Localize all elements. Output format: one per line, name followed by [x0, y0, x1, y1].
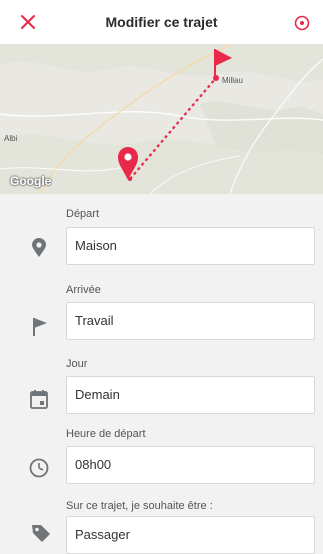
page-title: Modifier ce trajet	[105, 14, 218, 30]
day-field[interactable]: Demain	[66, 376, 315, 414]
departure-label: Départ	[66, 208, 100, 220]
flag-icon	[33, 318, 47, 336]
map-label-millau: Millau	[222, 76, 243, 85]
map-canvas	[0, 44, 323, 194]
route-map[interactable]: Millau Albi Google	[0, 44, 323, 194]
role-field[interactable]: Passager	[66, 516, 315, 554]
circle-dot-icon[interactable]	[293, 14, 311, 32]
arrival-label: Arrivée	[66, 284, 101, 296]
trip-form: Départ Maison Arrivée Travail Jour Demai…	[0, 194, 323, 554]
tag-icon	[32, 525, 50, 542]
app-header: Modifier ce trajet	[0, 0, 323, 44]
arrival-field[interactable]: Travail	[66, 302, 315, 340]
departure-time-field[interactable]: 08h00	[66, 446, 315, 484]
day-label: Jour	[66, 358, 88, 370]
role-label: Sur ce trajet, je souhaite être :	[66, 500, 213, 512]
departure-field[interactable]: Maison	[66, 227, 315, 265]
map-pin-icon	[32, 238, 46, 257]
google-logo: Google	[10, 174, 52, 188]
calendar-icon	[30, 390, 48, 409]
map-label-albi: Albi	[4, 134, 18, 143]
departure-time-label: Heure de départ	[66, 428, 146, 440]
clock-icon	[29, 458, 49, 478]
